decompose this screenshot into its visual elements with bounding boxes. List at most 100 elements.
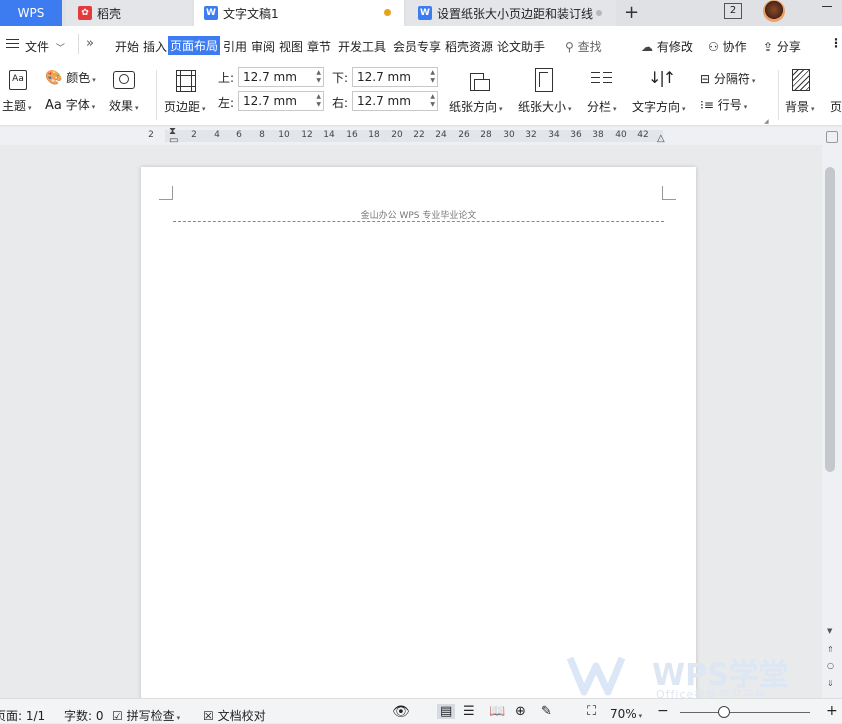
bottom-margin-input[interactable]: 12.7 mm ▲ ▼: [352, 67, 438, 87]
tab-document-1[interactable]: W 文字文稿1: [194, 0, 404, 26]
effect-icon[interactable]: [113, 71, 135, 89]
page-view-icon[interactable]: ▤: [437, 704, 456, 719]
orientation-button[interactable]: 纸张方向 ▾: [449, 98, 503, 115]
menu-review[interactable]: 审阅: [251, 38, 275, 55]
right-indent-marker-icon[interactable]: △: [657, 133, 665, 144]
menu-references[interactable]: 引用: [223, 38, 247, 55]
spinner-arrows-icon[interactable]: ▲ ▼: [430, 93, 435, 109]
margin-button[interactable]: 页边距 ▾: [164, 98, 206, 115]
right-margin-input[interactable]: 12.7 mm ▲ ▼: [352, 91, 438, 111]
paper-size-button[interactable]: 纸张大小 ▾: [518, 98, 572, 115]
menu-view[interactable]: 视图: [279, 38, 303, 55]
reading-view-icon[interactable]: 📖: [489, 704, 505, 719]
write-mode-icon[interactable]: ✎: [541, 704, 552, 719]
columns-icon[interactable]: [591, 70, 613, 90]
right-margin-label: 右:: [332, 96, 349, 110]
spinner-arrows-icon[interactable]: ▲ ▼: [316, 93, 321, 109]
left-margin-input[interactable]: 12.7 mm ▲ ▼: [238, 91, 324, 111]
page-border-button-partial[interactable]: 页: [830, 98, 842, 115]
tab-doc1-label: 文字文稿1: [223, 6, 279, 21]
font-button[interactable]: Aa 字体 ▾: [45, 96, 95, 113]
spinner-arrows-icon[interactable]: ▲ ▼: [430, 69, 435, 85]
ruler-toggle-icon[interactable]: [826, 131, 838, 143]
text-direction-icon[interactable]: ↓|↑: [648, 68, 676, 87]
collapse-chevron-icon[interactable]: »: [86, 36, 94, 51]
menu-daoke-resources[interactable]: 稻壳资源: [445, 38, 493, 55]
background-button[interactable]: 背景 ▾: [785, 98, 815, 115]
document-canvas[interactable]: 金山办公 WPS 专业毕业论文: [0, 145, 822, 698]
margin-icon[interactable]: [176, 70, 196, 92]
zoom-slider-track[interactable]: [680, 712, 810, 713]
zoom-level[interactable]: 70% ▾: [610, 707, 642, 721]
text-direction-button[interactable]: 文字方向 ▾: [632, 98, 686, 115]
user-avatar[interactable]: [763, 0, 785, 22]
zoom-out-icon[interactable]: −: [657, 703, 669, 719]
theme-label: 主题: [2, 99, 27, 113]
vertical-scrollbar[interactable]: ▼ ⇑ ○ ⇓: [822, 127, 842, 698]
share-button[interactable]: ⇪ 分享: [763, 38, 801, 55]
proofread-label: 文档校对: [217, 709, 266, 723]
menu-developer[interactable]: 开发工具: [338, 38, 386, 55]
window-count-badge[interactable]: 2: [724, 3, 742, 19]
hamburger-icon[interactable]: [6, 39, 19, 48]
divider: [78, 34, 79, 54]
spellcheck-button[interactable]: ☑ 拼写检查 ▾: [112, 707, 180, 724]
corner-mark: [662, 186, 676, 200]
menu-page-layout[interactable]: 页面布局: [168, 36, 221, 55]
search-box[interactable]: ⚲ 查找: [565, 38, 602, 55]
ruler-tick: 6: [236, 130, 242, 140]
columns-label: 分栏: [587, 100, 612, 114]
menu-section[interactable]: 章节: [307, 38, 331, 55]
bottom-margin-label: 下:: [332, 71, 349, 85]
menu-membership[interactable]: 会员专享: [393, 38, 441, 55]
page-header-text[interactable]: 金山办公 WPS 专业毕业论文: [141, 208, 696, 221]
menu-start[interactable]: 开始: [115, 38, 139, 55]
select-browse-icon[interactable]: ○: [827, 661, 834, 670]
tab-document-2[interactable]: W 设置纸张大小页边距和装订线: [406, 0, 616, 26]
scrollbar-thumb[interactable]: [825, 167, 835, 472]
web-view-icon[interactable]: ⊕: [515, 704, 526, 719]
zoom-slider-thumb[interactable]: [718, 706, 730, 718]
indent-marker-icon[interactable]: ⧗ ▭: [169, 127, 178, 146]
effect-button[interactable]: 效果 ▾: [109, 97, 139, 114]
columns-button[interactable]: 分栏 ▾: [587, 98, 617, 115]
theme-button[interactable]: 主题 ▾: [2, 97, 32, 114]
prev-page-icon[interactable]: ⇑: [827, 645, 834, 654]
theme-icon[interactable]: Aa: [9, 70, 27, 90]
paper-size-icon[interactable]: [535, 68, 553, 92]
dialog-launcher-icon[interactable]: ◢: [764, 118, 769, 125]
spinner-arrows-icon[interactable]: ▲ ▼: [316, 69, 321, 85]
orientation-icon[interactable]: [466, 69, 490, 93]
document-page[interactable]: 金山办公 WPS 专业毕业论文: [141, 167, 696, 698]
scroll-down-arrow-icon[interactable]: ▼: [827, 627, 832, 635]
ruler-tick: 14: [323, 130, 335, 140]
file-menu[interactable]: 文件 ﹀: [25, 38, 65, 55]
top-margin-input[interactable]: 12.7 mm ▲ ▼: [238, 67, 324, 87]
eye-protection-icon[interactable]: 👁: [392, 704, 410, 720]
minimize-icon[interactable]: [822, 6, 832, 7]
color-button[interactable]: 🎨 颜色 ▾: [45, 69, 96, 86]
new-tab-plus-icon[interactable]: +: [624, 2, 639, 23]
tab-wps-home[interactable]: WPS: [0, 0, 62, 26]
page-indicator[interactable]: 页面: 1/1: [0, 707, 45, 724]
zoom-in-icon[interactable]: +: [826, 703, 838, 719]
word-count[interactable]: 字数: 0: [64, 707, 104, 724]
menu-insert[interactable]: 插入: [143, 38, 167, 55]
breaks-button[interactable]: ⊟ 分隔符 ▾: [700, 70, 755, 87]
tab-close-dot-icon[interactable]: [596, 10, 602, 16]
background-icon[interactable]: [792, 69, 810, 91]
menu-thesis-helper[interactable]: 论文助手: [497, 38, 545, 55]
collaborate-button[interactable]: ⚇ 协作: [708, 38, 747, 55]
next-page-icon[interactable]: ⇓: [827, 679, 834, 688]
outline-view-icon[interactable]: ☰: [463, 704, 475, 719]
proofread-button[interactable]: ☒ 文档校对: [203, 707, 266, 724]
ruler-tick: 4: [214, 130, 220, 140]
modified-button[interactable]: ☁ 有修改: [641, 38, 693, 55]
zoom-value: 70%: [610, 707, 637, 721]
tab-daoke[interactable]: ✿ 稻壳: [66, 0, 192, 26]
line-numbers-button[interactable]: ⁝≡ 行号 ▾: [700, 96, 747, 113]
orientation-label: 纸张方向: [449, 100, 498, 114]
horizontal-ruler[interactable]: 2 2 4 6 8 10 12 14 16 18 20 22 24 26 28 …: [0, 127, 822, 146]
fit-page-icon[interactable]: ⛶: [587, 704, 596, 719]
more-vertical-icon[interactable]: ⋮: [830, 36, 842, 50]
